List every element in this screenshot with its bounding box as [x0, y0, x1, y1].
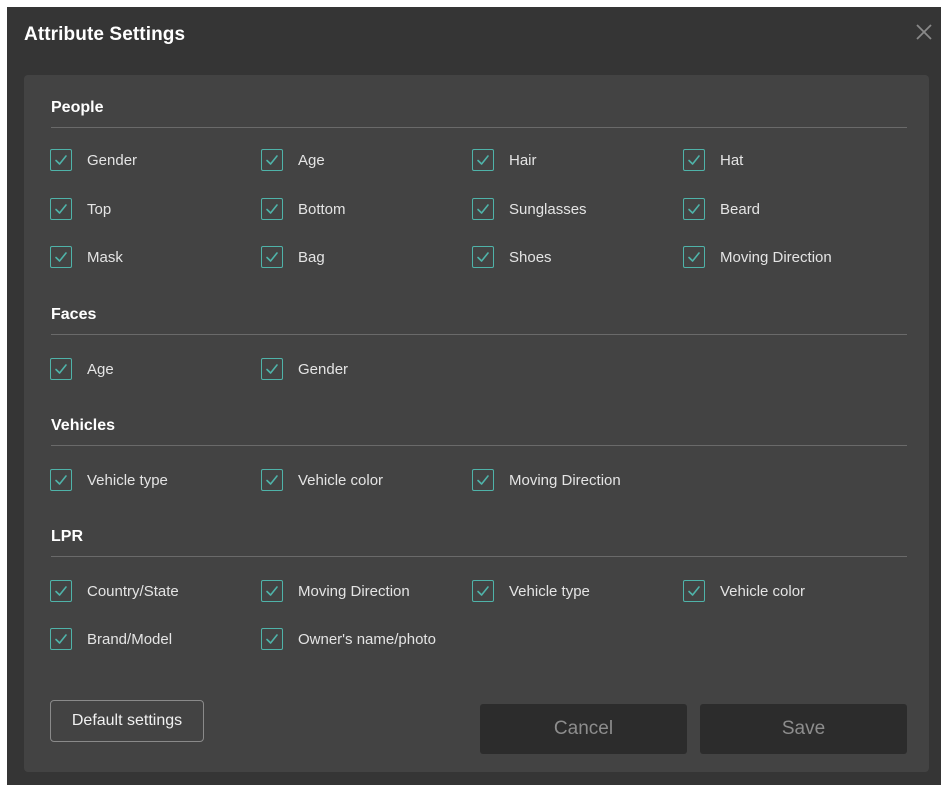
checkbox-people-age[interactable]: Age: [261, 148, 325, 172]
checkbox-label: Hat: [720, 151, 744, 169]
checkbox-lpr-vehicle-color[interactable]: Vehicle color: [683, 579, 805, 603]
checkbox-checked-icon[interactable]: [261, 469, 283, 491]
checkbox-lpr-brand-model[interactable]: Brand/Model: [50, 627, 172, 651]
checkbox-label: Moving Direction: [298, 582, 410, 600]
checkbox-people-moving-direction[interactable]: Moving Direction: [683, 245, 832, 269]
section-divider: [51, 556, 907, 557]
checkbox-label: Hair: [509, 151, 537, 169]
checkbox-label: Vehicle color: [720, 582, 806, 600]
section-title-faces: Faces: [51, 306, 97, 323]
section-divider: [51, 445, 907, 446]
checkbox-label: Age: [87, 360, 114, 378]
section-lpr: LPR: [51, 525, 907, 557]
checkbox-checked-icon[interactable]: [683, 149, 705, 171]
section-divider: [51, 334, 907, 335]
checkbox-label: Bottom: [298, 200, 346, 218]
section-faces: Faces: [51, 303, 907, 335]
checkbox-people-mask[interactable]: Mask: [50, 245, 123, 269]
checkbox-lpr-vehicle-type[interactable]: Vehicle type: [472, 579, 590, 603]
save-button[interactable]: Save: [700, 704, 907, 754]
checkbox-label: Shoes: [509, 248, 552, 266]
checkbox-checked-icon[interactable]: [472, 246, 494, 268]
checkbox-checked-icon[interactable]: [683, 580, 705, 602]
section-title-lpr: LPR: [51, 528, 83, 545]
close-icon[interactable]: [913, 21, 935, 43]
checkbox-checked-icon[interactable]: [472, 469, 494, 491]
checkbox-people-top[interactable]: Top: [50, 197, 111, 221]
checkbox-label: Sunglasses: [509, 200, 587, 218]
checkbox-vehicles-type[interactable]: Vehicle type: [50, 468, 168, 492]
section-vehicles: Vehicles: [51, 414, 907, 446]
checkbox-checked-icon[interactable]: [472, 198, 494, 220]
checkbox-checked-icon[interactable]: [261, 580, 283, 602]
checkbox-label: Gender: [87, 151, 138, 169]
checkbox-label: Moving Direction: [509, 471, 621, 489]
checkbox-faces-age[interactable]: Age: [50, 357, 114, 381]
dialog-title: Attribute Settings: [24, 24, 186, 45]
section-title-people: People: [51, 99, 104, 116]
checkbox-label: Vehicle color: [298, 471, 384, 489]
checkbox-label: Beard: [720, 200, 761, 218]
checkbox-label: Brand/Model: [87, 630, 173, 648]
checkbox-checked-icon[interactable]: [472, 580, 494, 602]
checkbox-checked-icon[interactable]: [683, 198, 705, 220]
section-divider: [51, 127, 907, 128]
checkbox-label: Vehicle type: [87, 471, 168, 489]
checkbox-lpr-owner-name-photo[interactable]: Owner's name/photo: [261, 627, 436, 651]
section-title-vehicles: Vehicles: [51, 417, 116, 434]
checkbox-checked-icon[interactable]: [261, 246, 283, 268]
checkbox-label: Gender: [298, 360, 349, 378]
checkbox-checked-icon[interactable]: [50, 628, 72, 650]
checkbox-label: Owner's name/photo: [298, 630, 436, 648]
checkbox-label: Top: [87, 200, 112, 218]
checkbox-lpr-country-state[interactable]: Country/State: [50, 579, 179, 603]
checkbox-checked-icon[interactable]: [472, 149, 494, 171]
checkbox-people-gender[interactable]: Gender: [50, 148, 137, 172]
checkbox-vehicles-moving-direction[interactable]: Moving Direction: [472, 468, 621, 492]
checkbox-people-hat[interactable]: Hat: [683, 148, 743, 172]
section-people: People: [51, 96, 907, 128]
attribute-settings-dialog: Attribute Settings People Gender Age Hai…: [7, 7, 941, 785]
checkbox-label: Mask: [87, 248, 123, 266]
checkbox-checked-icon[interactable]: [50, 149, 72, 171]
checkbox-vehicles-color[interactable]: Vehicle color: [261, 468, 383, 492]
checkbox-checked-icon[interactable]: [50, 580, 72, 602]
checkbox-lpr-moving-direction[interactable]: Moving Direction: [261, 579, 410, 603]
checkbox-checked-icon[interactable]: [50, 358, 72, 380]
checkbox-checked-icon[interactable]: [683, 246, 705, 268]
checkbox-people-bag[interactable]: Bag: [261, 245, 325, 269]
checkbox-label: Age: [298, 151, 325, 169]
checkbox-faces-gender[interactable]: Gender: [261, 357, 348, 381]
checkbox-people-hair[interactable]: Hair: [472, 148, 537, 172]
cancel-button[interactable]: Cancel: [480, 704, 687, 754]
checkbox-people-bottom[interactable]: Bottom: [261, 197, 346, 221]
checkbox-checked-icon[interactable]: [50, 469, 72, 491]
checkbox-label: Country/State: [87, 582, 179, 600]
settings-panel: People Gender Age Hair Hat Top Bottom Su…: [24, 75, 929, 772]
default-settings-button[interactable]: Default settings: [50, 700, 204, 742]
checkbox-label: Vehicle type: [509, 582, 590, 600]
checkbox-people-shoes[interactable]: Shoes: [472, 245, 552, 269]
checkbox-label: Moving Direction: [720, 248, 832, 266]
checkbox-checked-icon[interactable]: [261, 358, 283, 380]
checkbox-checked-icon[interactable]: [50, 246, 72, 268]
checkbox-checked-icon[interactable]: [50, 198, 72, 220]
checkbox-checked-icon[interactable]: [261, 628, 283, 650]
checkbox-label: Bag: [298, 248, 325, 266]
checkbox-checked-icon[interactable]: [261, 149, 283, 171]
checkbox-people-beard[interactable]: Beard: [683, 197, 760, 221]
checkbox-checked-icon[interactable]: [261, 198, 283, 220]
checkbox-people-sunglasses[interactable]: Sunglasses: [472, 197, 587, 221]
